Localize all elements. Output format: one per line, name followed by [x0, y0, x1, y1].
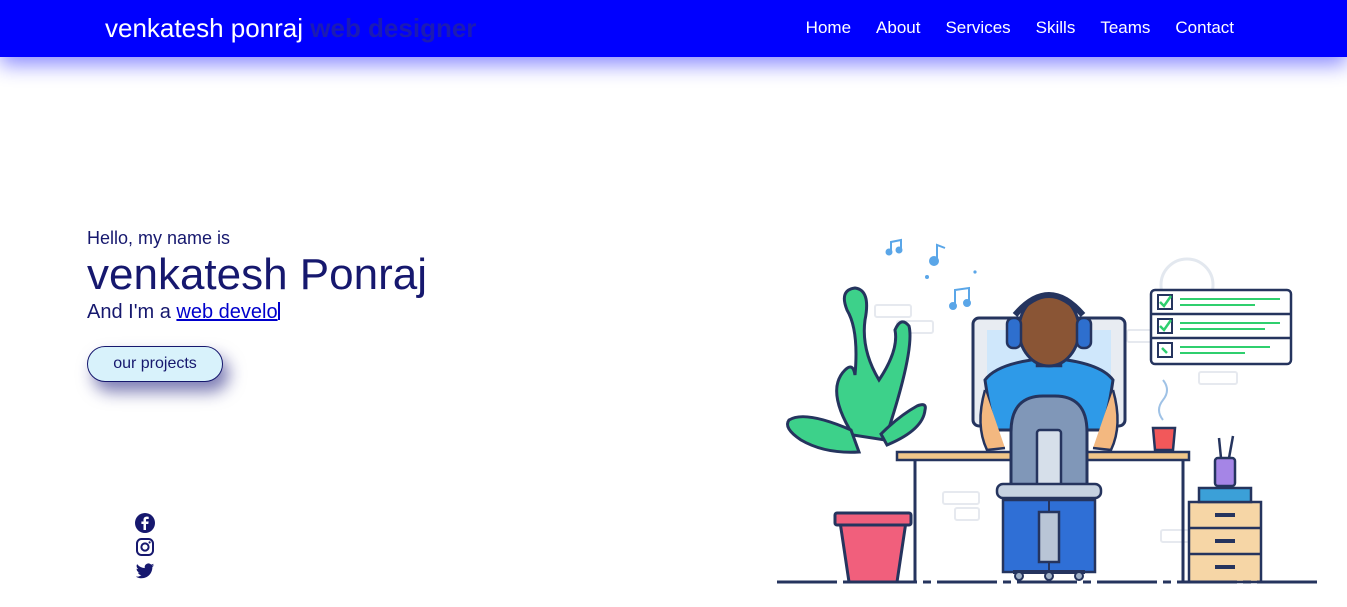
- navbar: venkatesh ponraj web designer Home About…: [0, 0, 1347, 57]
- developer-illustration: [775, 230, 1325, 590]
- nav-menu: Home About Services Skills Teams Contact: [806, 18, 1234, 38]
- nav-link-about[interactable]: About: [876, 18, 920, 38]
- instagram-icon[interactable]: [135, 537, 155, 557]
- hero-text: Hello, my name is venkatesh Ponraj And I…: [87, 228, 427, 324]
- nav-link-contact[interactable]: Contact: [1175, 18, 1234, 38]
- nav-link-home[interactable]: Home: [806, 18, 851, 38]
- facebook-icon[interactable]: [135, 513, 155, 533]
- our-projects-button[interactable]: our projects: [87, 346, 223, 382]
- typing-cursor: [277, 302, 280, 320]
- role-typed-text[interactable]: web develo: [176, 301, 277, 323]
- twitter-icon[interactable]: [135, 561, 155, 581]
- hero-greeting: Hello, my name is: [87, 228, 231, 248]
- nav-link-teams[interactable]: Teams: [1100, 18, 1150, 38]
- nav-link-skills[interactable]: Skills: [1036, 18, 1076, 38]
- hero-name: venkatesh Ponraj: [87, 250, 427, 299]
- hero-role: And I'm a web develo: [87, 301, 427, 324]
- social-links: [135, 513, 155, 581]
- role-prefix: And I'm a: [87, 301, 171, 323]
- nav-link-services[interactable]: Services: [945, 18, 1010, 38]
- brand-subtitle: web designer: [310, 13, 477, 43]
- brand-name: venkatesh ponraj: [105, 13, 304, 43]
- brand-logo[interactable]: venkatesh ponraj web designer: [105, 13, 476, 44]
